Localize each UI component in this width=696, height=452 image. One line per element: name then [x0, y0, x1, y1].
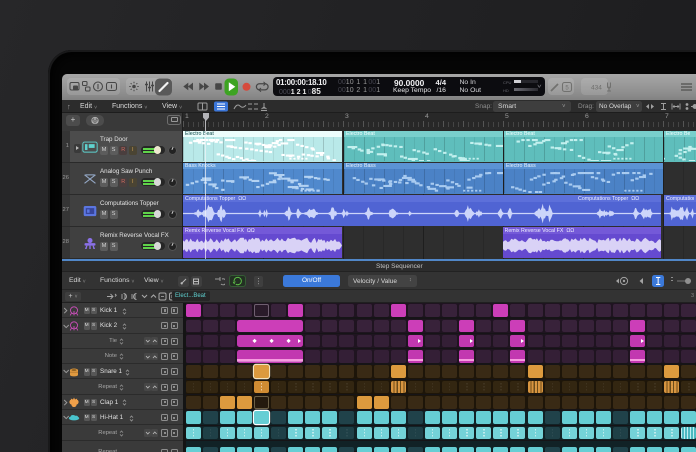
svg-text:434: 434 — [591, 84, 602, 91]
svg-text:5: 5 — [565, 85, 569, 91]
